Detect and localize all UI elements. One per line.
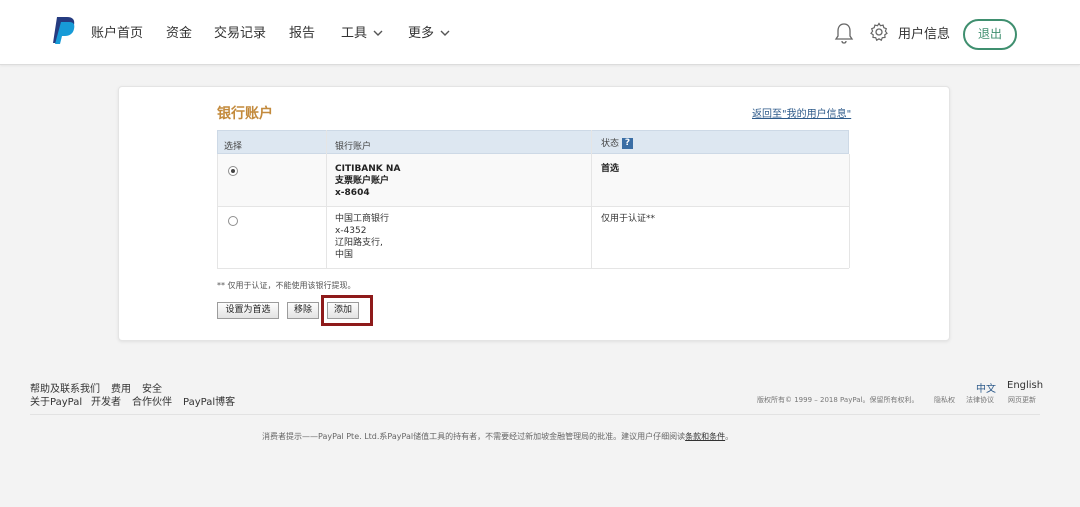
- column-divider: [326, 130, 327, 268]
- column-header-bank-account: 银行账户: [335, 142, 372, 152]
- highlight-box: [321, 295, 373, 326]
- bank-account-name: 中国工商银行: [335, 214, 390, 224]
- nav-funds[interactable]: 资金: [166, 22, 192, 41]
- footer-link-legal[interactable]: 法律协议: [966, 395, 994, 405]
- nav-tools-label: 工具: [341, 26, 368, 41]
- column-header-select: 选择: [224, 142, 243, 152]
- paypal-logo-icon[interactable]: [50, 15, 78, 45]
- bank-country: 中国: [335, 250, 354, 260]
- nav-more-label: 更多: [408, 26, 435, 41]
- set-primary-button[interactable]: 设置为首选: [217, 302, 279, 319]
- select-radio-icbc[interactable]: [228, 216, 238, 226]
- nav-tools[interactable]: 工具: [341, 22, 383, 41]
- footer-link-privacy[interactable]: 隐私权: [934, 395, 955, 405]
- chevron-down-icon: [440, 30, 450, 36]
- logout-button[interactable]: 退出: [963, 19, 1017, 50]
- table-border-right: [849, 154, 850, 268]
- language-chinese[interactable]: 中文: [976, 380, 996, 395]
- bank-account-number: x-4352: [335, 226, 367, 236]
- status-verification-only: 仅用于认证**: [601, 214, 656, 224]
- bank-branch: 辽阳路支行,: [335, 238, 383, 248]
- chevron-down-icon: [373, 30, 383, 36]
- consumer-disclaimer: 消费者提示——PayPal Pte. Ltd.系PayPal储值工具的持有者，不…: [262, 431, 733, 442]
- column-header-status: 状态?: [601, 136, 634, 149]
- status-primary: 首选: [601, 164, 620, 174]
- remove-button[interactable]: 移除: [287, 302, 319, 319]
- user-info-link[interactable]: 用户信息: [898, 23, 950, 42]
- row-divider: [217, 206, 849, 207]
- footer-divider: [30, 414, 1040, 415]
- footer-link-updates[interactable]: 网页更新: [1008, 395, 1036, 405]
- page-title: 银行账户: [217, 106, 273, 122]
- bank-account-number: x-8604: [335, 188, 370, 198]
- bank-account-name: CITIBANK NA: [335, 164, 401, 174]
- nav-reports[interactable]: 报告: [289, 22, 315, 41]
- table-row-primary-bg: [217, 154, 849, 206]
- gear-icon[interactable]: [869, 22, 889, 42]
- help-icon[interactable]: ?: [622, 138, 634, 149]
- footer-link-partners[interactable]: 合作伙伴: [132, 393, 172, 408]
- footer-link-blog[interactable]: PayPal博客: [183, 393, 235, 408]
- copyright-text: 版权所有© 1999 – 2018 PayPal。保留所有权利。: [757, 396, 919, 404]
- nav-account-home[interactable]: 账户首页: [91, 22, 143, 41]
- language-english[interactable]: English: [1007, 380, 1043, 391]
- column-divider: [591, 130, 592, 268]
- footer-link-developers[interactable]: 开发者: [91, 393, 121, 408]
- notification-bell-icon[interactable]: [834, 22, 854, 44]
- back-to-user-info-link[interactable]: 返回至"我的用户信息": [752, 105, 851, 120]
- disclaimer-end: 。: [725, 432, 734, 441]
- nav-transactions[interactable]: 交易记录: [214, 22, 266, 41]
- select-radio-citibank[interactable]: [228, 166, 238, 176]
- bank-account-type: 支票账户账户: [335, 176, 390, 186]
- disclaimer-text: 消费者提示——PayPal Pte. Ltd.系PayPal储值工具的持有者，不…: [262, 432, 686, 441]
- table-bottom-border: [217, 268, 849, 269]
- verification-note: ** 仅用于认证，不能使用该银行提现。: [217, 281, 356, 290]
- table-header: [217, 130, 849, 154]
- top-navigation-bar: 账户首页 资金 交易记录 报告 工具 更多 用户信息 退出: [0, 0, 1080, 65]
- terms-and-conditions-link[interactable]: 条款和条件: [685, 432, 725, 441]
- column-header-status-label: 状态: [601, 139, 620, 149]
- table-border-left: [217, 154, 218, 268]
- nav-more[interactable]: 更多: [408, 22, 450, 41]
- footer-link-about[interactable]: 关于PayPal: [30, 393, 82, 408]
